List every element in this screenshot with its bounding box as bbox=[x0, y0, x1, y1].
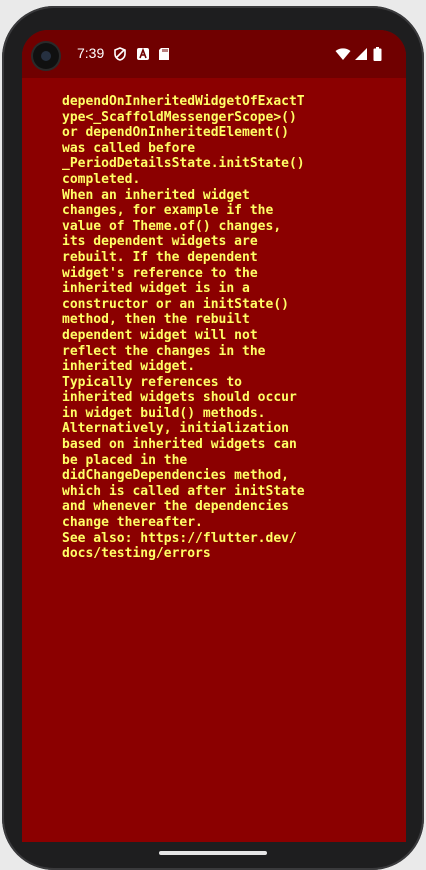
flutter-error-message: dependOnInheritedWidgetOfExactT ype<_Sca… bbox=[62, 94, 305, 562]
device-background: 7:39 dependOnInheritedWidgetOfExactT ype… bbox=[0, 0, 426, 870]
cell-signal-icon bbox=[355, 48, 367, 60]
sd-card-icon bbox=[159, 48, 169, 60]
status-time: 7:39 bbox=[77, 45, 105, 61]
wifi-icon bbox=[335, 48, 351, 60]
home-indicator[interactable] bbox=[159, 851, 267, 855]
battery-icon bbox=[373, 47, 382, 61]
front-camera-icon bbox=[33, 43, 59, 69]
status-bar: 7:39 bbox=[22, 30, 406, 78]
privacy-shield-icon bbox=[114, 47, 126, 61]
a-badge-icon bbox=[137, 47, 149, 60]
